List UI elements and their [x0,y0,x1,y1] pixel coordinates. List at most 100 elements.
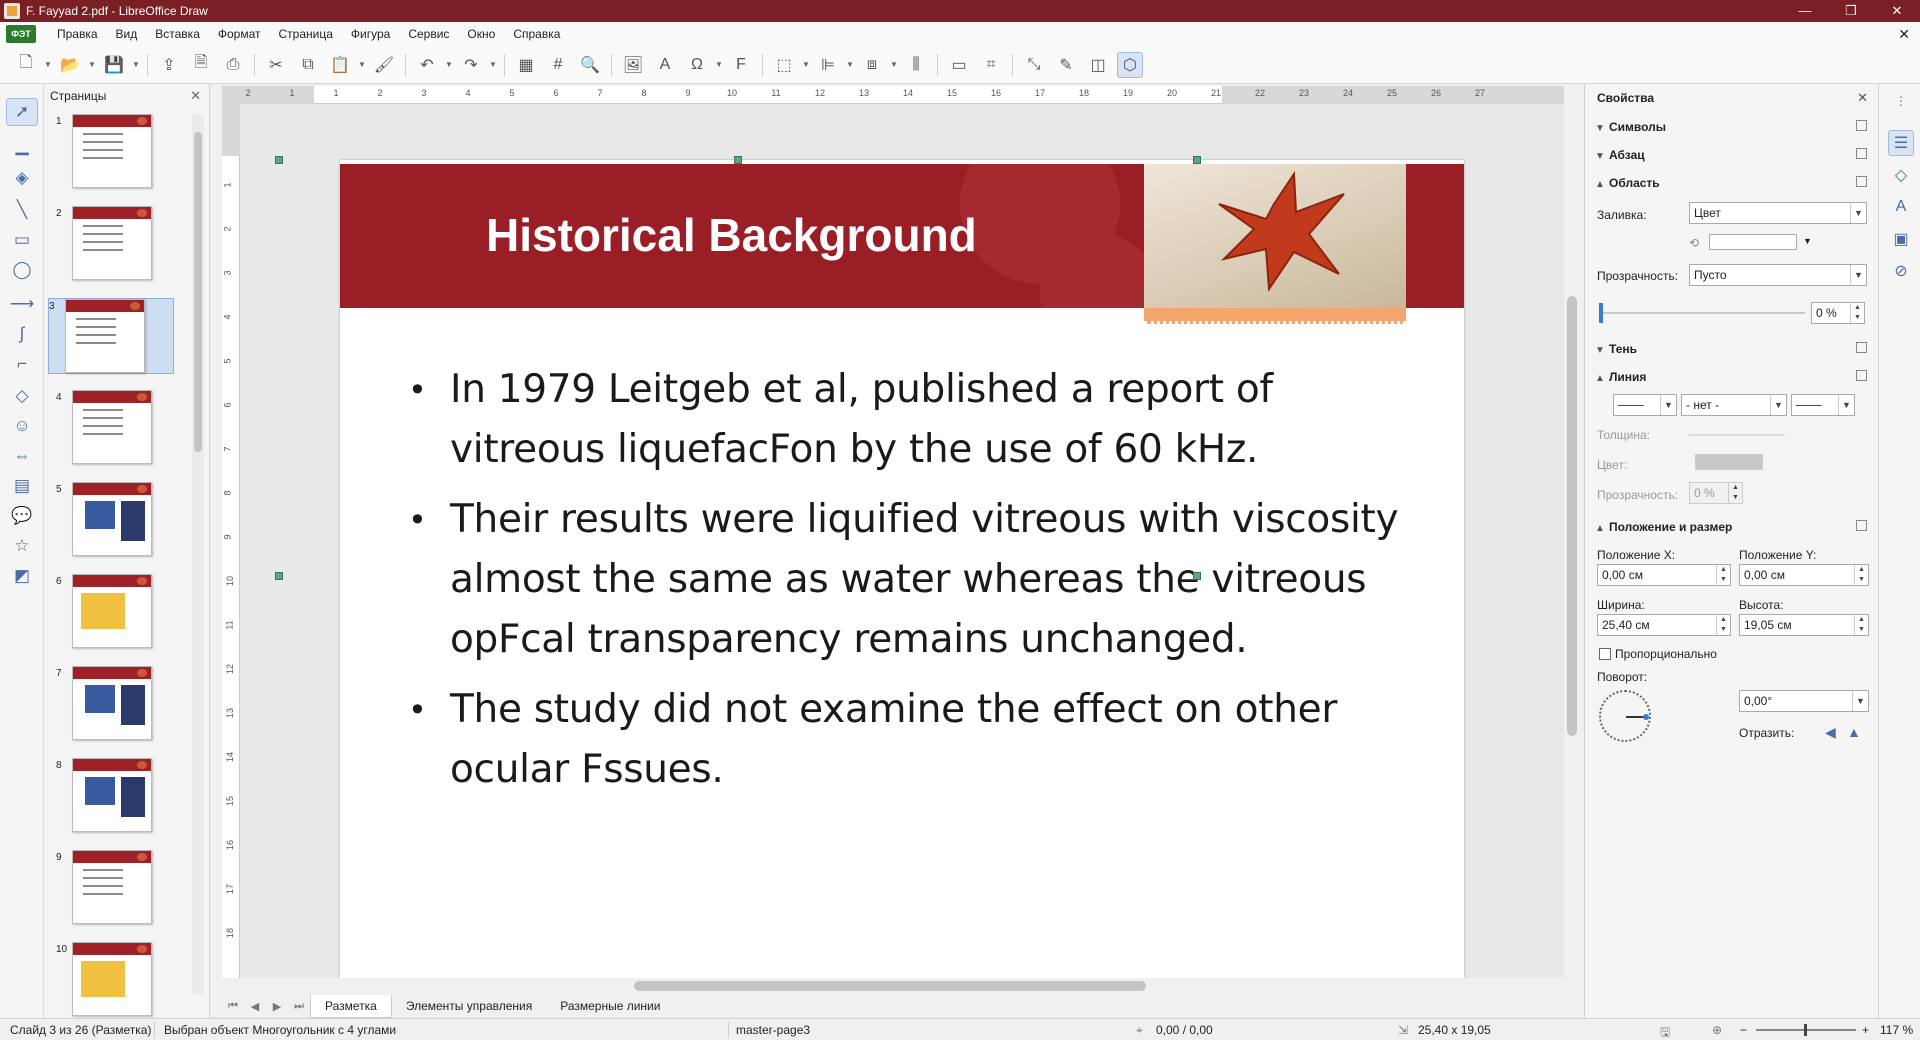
rotation-field[interactable]: 0,00° ▼ [1739,690,1869,712]
clone-format-icon[interactable]: 🖌 [371,52,397,78]
redo-dropdown-icon[interactable]: ▼ [488,52,498,78]
menu-shape[interactable]: Фигура [342,27,399,41]
prev-tab-icon[interactable]: ◀ [244,1000,266,1013]
properties-deck-icon[interactable]: ☰ [1888,130,1914,156]
menu-window[interactable]: Окно [458,27,504,41]
menu-page[interactable]: Страница [270,27,342,41]
scrollbar-thumb[interactable] [634,981,1146,991]
close-button[interactable]: ✕ [1874,0,1920,22]
bullet-list[interactable]: In 1979 Leitgeb et al, published a repor… [408,360,1408,810]
line-style-select[interactable]: ─── ▼ [1613,394,1677,416]
dial-knob[interactable] [1643,714,1649,720]
rotation-dial[interactable] [1599,690,1651,742]
textbox-icon[interactable]: A [652,52,678,78]
open-dropdown-icon[interactable]: ▼ [87,52,97,78]
minimize-button[interactable]: — [1782,0,1828,22]
tab-dimension-lines[interactable]: Размерные линии [546,995,674,1017]
section-shadow[interactable]: ▼ Тень [1595,342,1869,356]
shadow-icon[interactable]: ▭ [946,52,972,78]
drawing-canvas[interactable]: Historical Background In 1979 Leitgeb et… [240,104,1564,984]
flip-horizontal-icon[interactable]: ▲ [1847,724,1861,740]
crop-icon[interactable]: ⌗ [978,52,1004,78]
slide-heading[interactable]: Historical Background [486,208,977,262]
new-dropdown-icon[interactable]: ▼ [43,52,53,78]
align-icon[interactable]: ⊫ [815,52,841,78]
undo-icon[interactable]: ↶ [414,52,440,78]
master-page[interactable]: master-page3 [736,1023,810,1037]
scrollbar-thumb[interactable] [194,132,202,452]
cut-icon[interactable]: ✂ [263,52,289,78]
page-thumbnail[interactable]: 6 [56,574,152,650]
toggle-extrusion-icon[interactable]: ◫ [1085,52,1111,78]
export-icon[interactable]: ⇪ [156,52,182,78]
more-options-icon[interactable] [1856,176,1867,187]
selection-handle[interactable] [734,156,742,164]
section-symbols[interactable]: ▼ Символы [1595,120,1869,134]
spin-buttons-icon[interactable]: ▲ ▼ [1716,615,1730,635]
fill-color-swatch[interactable] [1709,234,1797,250]
save-icon[interactable]: 💾 [101,52,127,78]
distribute-icon[interactable]: ⫼ [903,52,929,78]
shapes-deck-icon[interactable]: ◇ [1888,162,1914,188]
document-modified-icon[interactable]: 🖫 [1660,1023,1670,1040]
page-thumbnail[interactable]: 9 [56,850,152,926]
connector-icon[interactable]: ⌐ [6,350,38,378]
horizontal-ruler[interactable]: 2 1 1 2 3 4 5 6 7 8 9 10 11 12 13 14 15 16 17 18 19 20 21 22 23 2… [222,86,1564,104]
selection-handle[interactable] [1193,572,1201,580]
curve-icon[interactable]: ∫ [6,320,38,348]
line-end-select[interactable]: ─── ▼ [1791,394,1855,416]
position-y-field[interactable]: 0,00 см ▲ ▼ [1739,564,1869,586]
page-thumbnail[interactable]: 4 [56,390,152,466]
more-options-icon[interactable] [1856,370,1867,381]
sidebar-menu-icon[interactable]: ⋮ [1888,88,1914,114]
transparency-select[interactable]: Пусто ▼ [1689,264,1867,286]
callouts-icon[interactable]: 💬 [6,502,38,530]
flowchart-icon[interactable]: ▤ [6,472,38,500]
save-dropdown-icon[interactable]: ▼ [131,52,141,78]
selection-handle[interactable] [275,156,283,164]
undo-dropdown-icon[interactable]: ▼ [444,52,454,78]
transparency-percent-field[interactable]: 0 % ▲ ▼ [1811,302,1865,324]
transform-dropdown-icon[interactable]: ▼ [801,52,811,78]
special-char-dropdown-icon[interactable]: ▼ [714,52,724,78]
gallery-deck-icon[interactable]: ▣ [1888,226,1914,252]
bullet-item[interactable]: Their results were liquified vitreous wi… [408,490,1408,670]
position-x-field[interactable]: 0,00 см ▲ ▼ [1597,564,1731,586]
canvas-horizontal-scrollbar[interactable] [222,978,1564,994]
spin-buttons-icon[interactable]: ▲ ▼ [1850,303,1864,323]
page-thumbnail[interactable]: 7 [56,666,152,742]
page-thumbnail[interactable]: 5 [56,482,152,558]
menu-view[interactable]: Вид [107,27,147,41]
spin-buttons-icon[interactable]: ▲ ▼ [1716,565,1730,585]
fit-page-icon[interactable]: ⊕ [1712,1023,1722,1037]
selection-handle[interactable] [1193,156,1201,164]
zoom-slider-knob[interactable] [1804,1024,1807,1036]
select-icon[interactable]: ➚ [6,98,38,126]
spin-buttons-icon[interactable]: ▲ ▼ [1854,615,1868,635]
section-position-size[interactable]: ▲ Положение и размер [1595,520,1869,534]
starfish-image[interactable] [1144,164,1406,308]
helplines-icon[interactable]: # [545,52,571,78]
pages-pane-hscrollbar[interactable] [48,998,188,1010]
styles-deck-icon[interactable]: A [1888,194,1914,220]
zoom-in-icon[interactable]: + [1862,1023,1869,1037]
more-options-icon[interactable] [1856,148,1867,159]
print-icon[interactable]: ⎙ [220,52,246,78]
more-options-icon[interactable] [1856,342,1867,353]
open-icon[interactable]: 📂 [57,52,83,78]
section-paragraph[interactable]: ▼ Абзац [1595,148,1869,162]
redo-icon[interactable]: ↷ [458,52,484,78]
points-icon[interactable]: ⤡ [1021,52,1047,78]
special-char-icon[interactable]: Ω [684,52,710,78]
sidebar-close-icon[interactable]: ✕ [1857,90,1868,106]
paste-icon[interactable]: 📋 [327,52,353,78]
symbol-shapes-icon[interactable]: ☺ [6,412,38,440]
slide-page[interactable]: Historical Background In 1979 Leitgeb et… [340,160,1464,984]
export-pdf-icon[interactable]: 🗎 [188,52,214,78]
arrange-icon[interactable]: ⧈ [859,52,885,78]
last-tab-icon[interactable]: ⏭ [288,1000,310,1013]
fill-color-icon[interactable]: ◈ [6,164,38,192]
pages-pane-close-icon[interactable]: ✕ [190,88,201,104]
rectangle-icon[interactable]: ▭ [6,226,38,254]
basic-shapes-icon[interactable]: ◇ [6,382,38,410]
